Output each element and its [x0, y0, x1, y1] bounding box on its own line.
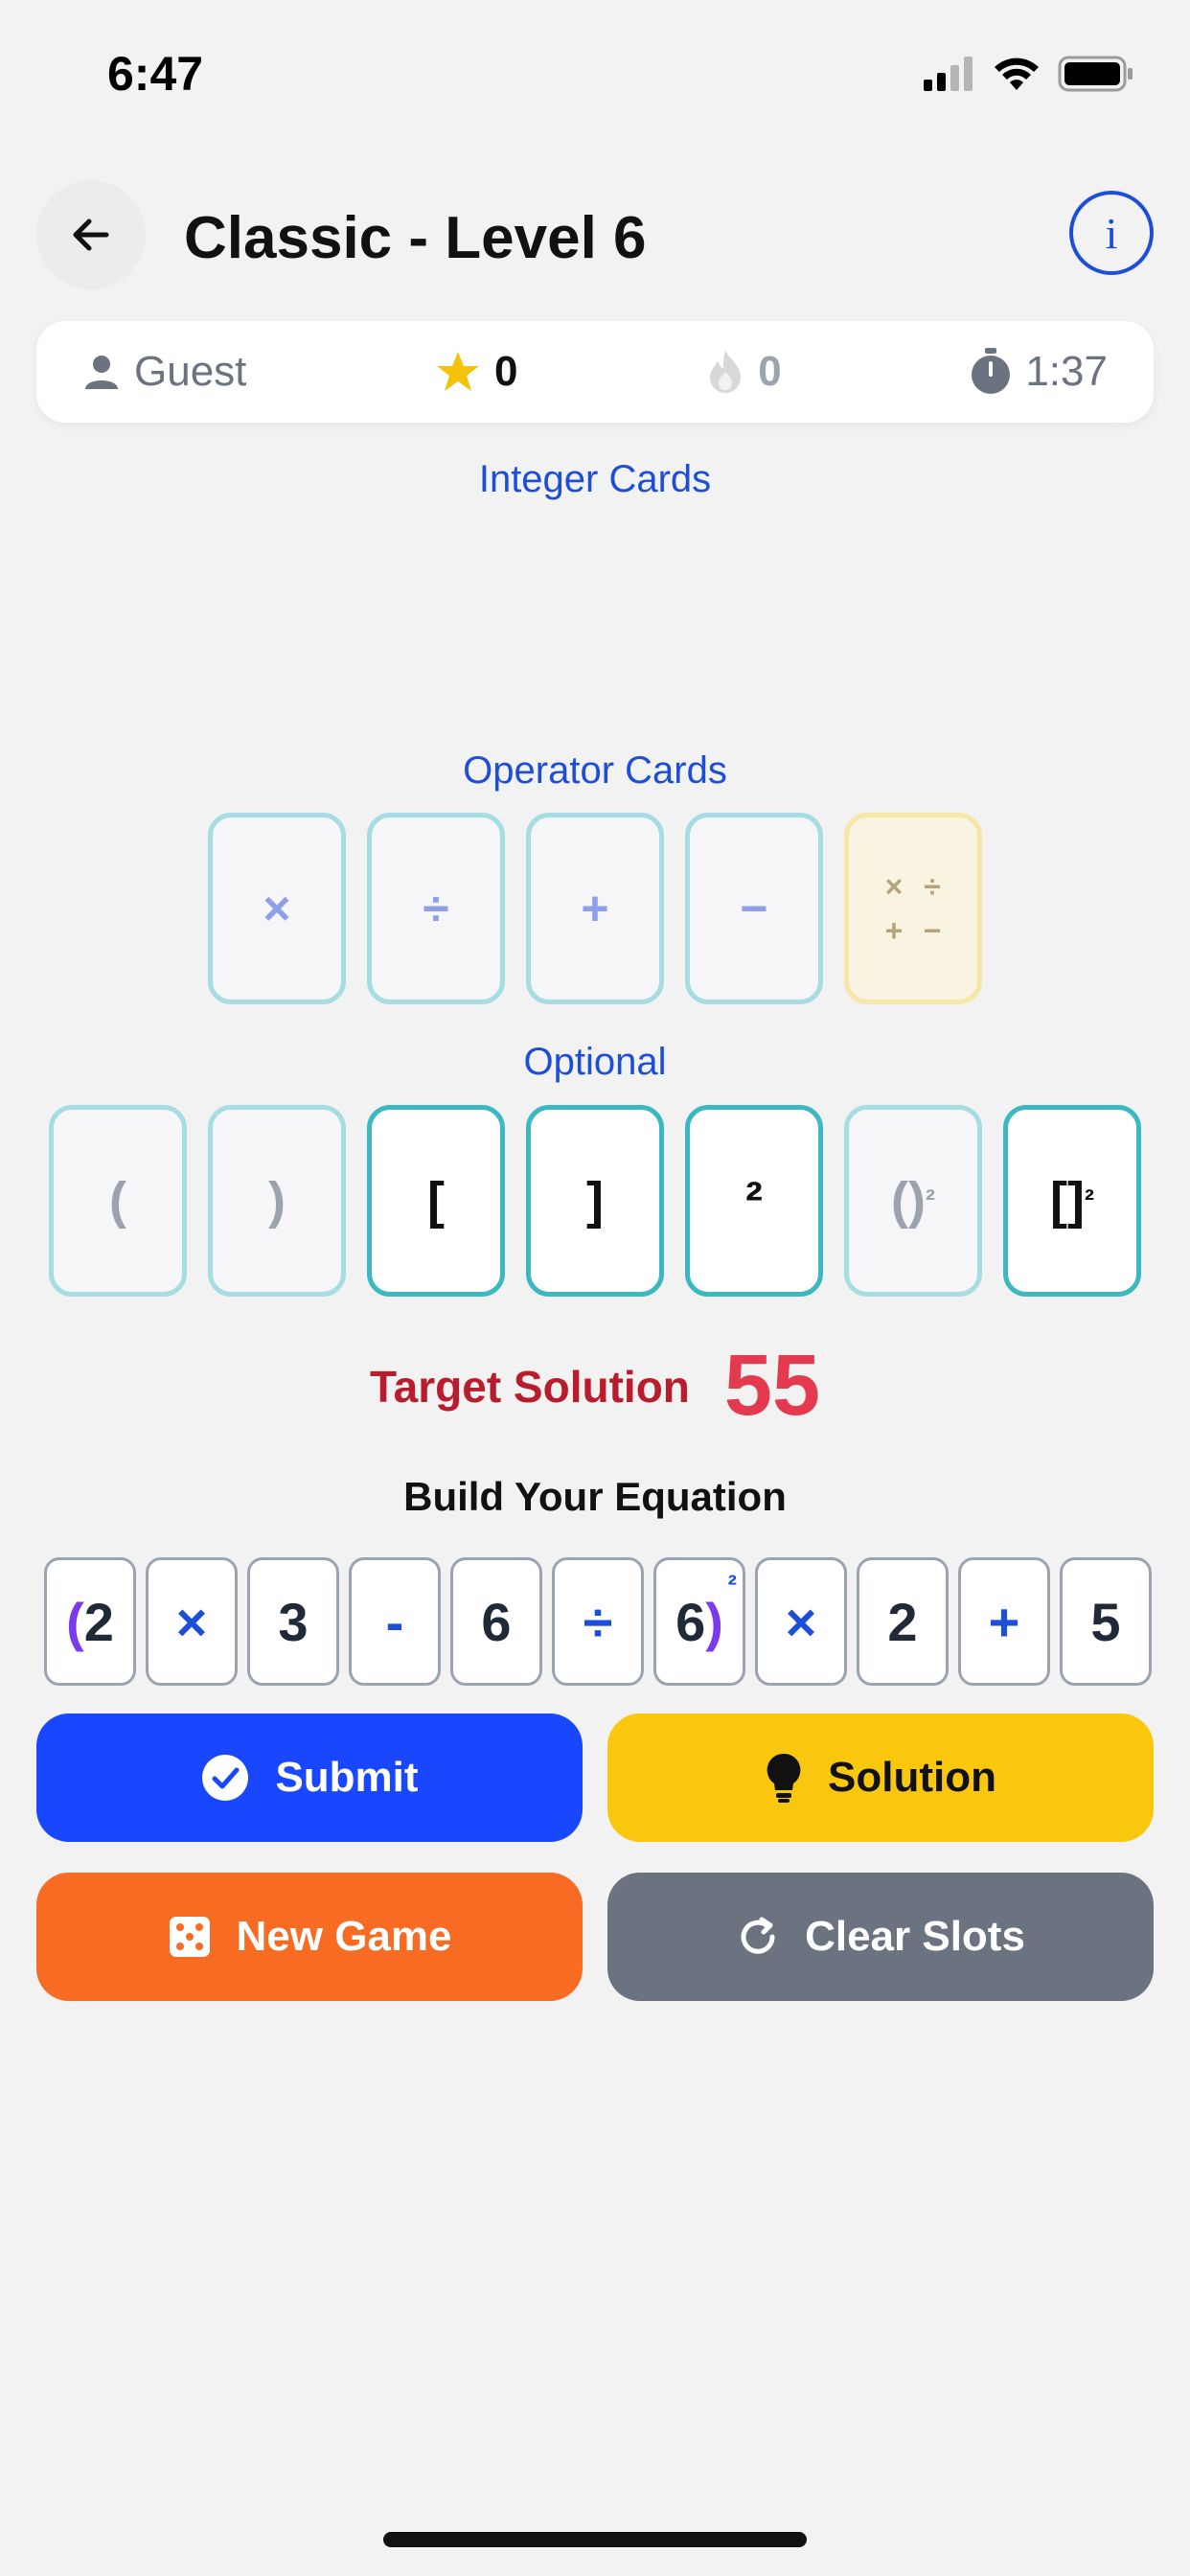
optional-card-close-bracket[interactable]: ]	[526, 1105, 664, 1297]
stars-count: 0	[494, 348, 518, 395]
build-equation-label: Build Your Equation	[403, 1474, 787, 1519]
combo-operators: × ÷ + −	[875, 864, 951, 953]
bracket-square-exponent: ²	[1084, 1184, 1094, 1216]
equation-slot[interactable]: 6) ²	[653, 1557, 745, 1686]
star-icon	[437, 352, 480, 391]
combo-divide: ÷	[924, 869, 941, 904]
target-solution: Target Solution 55	[0, 1337, 1190, 1436]
operator-card-subtract[interactable]: −	[685, 813, 823, 1004]
status-bar: 6:47	[0, 0, 1190, 144]
equation-slot[interactable]: 2	[857, 1557, 949, 1686]
equation-slot[interactable]: ×	[146, 1557, 238, 1686]
equation-slot[interactable]: 5	[1060, 1557, 1152, 1686]
optional-label: Optional	[523, 1041, 667, 1083]
lightbulb-icon	[767, 1753, 801, 1803]
battery-icon	[1058, 56, 1133, 92]
streak-count: 0	[758, 348, 782, 395]
equation-slot[interactable]: ×	[755, 1557, 847, 1686]
check-circle-icon	[202, 1755, 249, 1801]
slot-value: 2	[83, 1591, 114, 1652]
header: Classic - Level 6 i	[0, 177, 1190, 292]
combo-multiply: ×	[884, 869, 904, 904]
submit-label: Submit	[275, 1754, 419, 1801]
paren-square-exponent: ²	[925, 1184, 935, 1216]
optional-card-square[interactable]: ²	[685, 1105, 823, 1297]
status-icons	[924, 56, 1134, 92]
streak-stat: 0	[706, 348, 782, 396]
target-value: 55	[723, 1338, 820, 1434]
page-title: Classic - Level 6	[184, 205, 647, 271]
bracket-pair: []	[1050, 1172, 1085, 1230]
user-name: Guest	[134, 348, 247, 395]
info-button[interactable]: i	[1069, 191, 1154, 275]
equation-slot[interactable]: 6	[450, 1557, 542, 1686]
submit-button[interactable]: Submit	[36, 1714, 583, 1842]
target-label: Target Solution	[369, 1361, 690, 1412]
user-icon	[85, 356, 118, 389]
operator-card-add[interactable]: +	[526, 813, 664, 1004]
solution-button[interactable]: Solution	[607, 1714, 1154, 1842]
new-game-button[interactable]: New Game	[36, 1873, 583, 2001]
stopwatch-icon	[972, 348, 1011, 394]
home-indicator[interactable]	[383, 2532, 807, 2547]
operator-cards-row: × ÷ + − × ÷ + −	[0, 813, 1190, 1004]
dice-icon	[169, 1917, 210, 1957]
equation-slot[interactable]: (2	[44, 1557, 136, 1686]
operator-card-any[interactable]: × ÷ + −	[844, 813, 982, 1004]
arrow-left-icon	[73, 218, 109, 251]
combo-subtract: −	[923, 913, 942, 948]
integer-cards-label: Integer Cards	[478, 458, 712, 500]
optional-card-paren-square[interactable]: () ²	[844, 1105, 982, 1297]
equation-slot[interactable]: ÷	[552, 1557, 644, 1686]
flame-icon	[710, 351, 742, 393]
optional-card-open-bracket[interactable]: [	[367, 1105, 505, 1297]
back-button[interactable]	[36, 180, 146, 289]
signal-icon	[924, 57, 973, 91]
clear-slots-label: Clear Slots	[805, 1913, 1025, 1960]
optional-card-close-paren[interactable]: )	[208, 1105, 346, 1297]
operator-card-divide[interactable]: ÷	[367, 813, 505, 1004]
operator-cards-label: Operator Cards	[463, 749, 727, 792]
open-paren: (	[66, 1591, 84, 1652]
optional-card-open-paren[interactable]: (	[49, 1105, 187, 1297]
status-time: 6:47	[107, 47, 204, 101]
solution-label: Solution	[828, 1754, 996, 1801]
optional-cards-row: ( ) [ ] ² () ² [] ²	[0, 1105, 1190, 1297]
combo-add: +	[884, 913, 904, 948]
equation-slot[interactable]: +	[958, 1557, 1050, 1686]
stats-bar: Guest 0 0 1:37	[36, 321, 1154, 423]
wifi-icon	[995, 58, 1039, 90]
slot-value: 6	[675, 1591, 706, 1652]
refresh-icon	[741, 1917, 775, 1954]
paren-pair: ()	[891, 1172, 926, 1230]
timer-stat: 1:37	[970, 348, 1108, 396]
new-game-label: New Game	[236, 1913, 452, 1960]
clear-slots-button[interactable]: Clear Slots	[607, 1873, 1154, 2001]
equation-slot[interactable]: -	[349, 1557, 441, 1686]
user-stat: Guest	[82, 348, 246, 396]
optional-card-bracket-square[interactable]: [] ²	[1003, 1105, 1141, 1297]
operator-card-multiply[interactable]: ×	[208, 813, 346, 1004]
square-exponent: ²	[727, 1570, 737, 1599]
equation-slot[interactable]: 3	[247, 1557, 339, 1686]
equation-slots: (2 × 3 - 6 ÷ 6) ² × 2 + 5	[44, 1557, 1152, 1686]
close-paren: )	[705, 1591, 723, 1652]
timer-value: 1:37	[1025, 348, 1108, 395]
stars-stat: 0	[435, 348, 518, 396]
